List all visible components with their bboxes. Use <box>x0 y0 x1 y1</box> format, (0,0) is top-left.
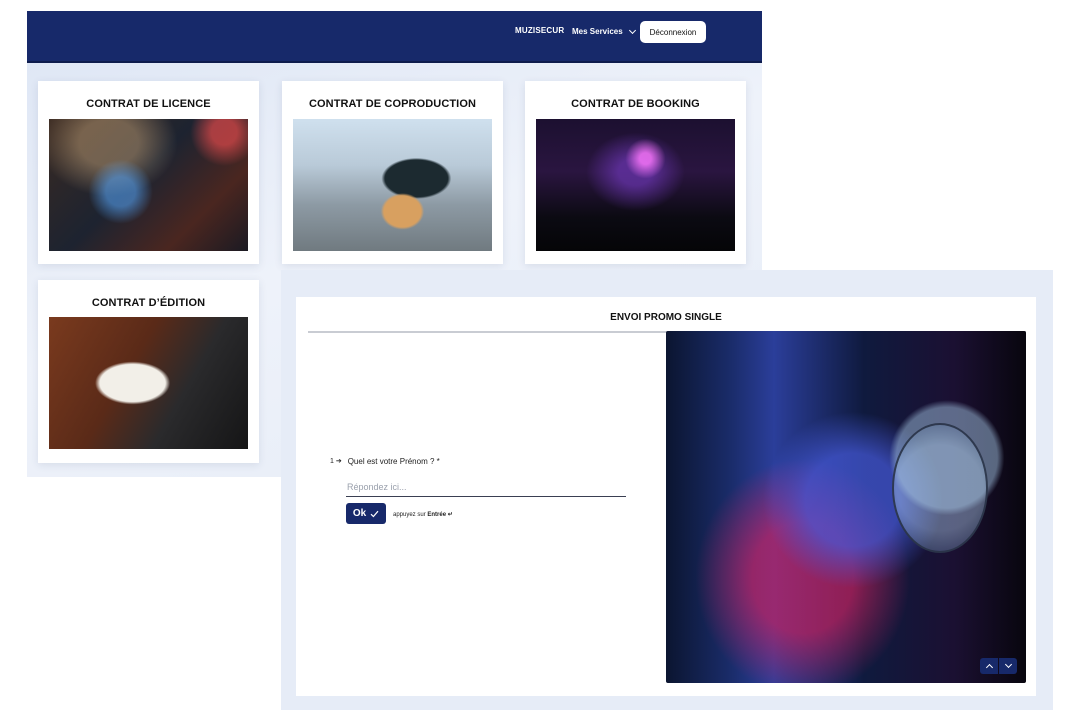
concert-crowd-photo <box>536 119 735 251</box>
next-question-button[interactable] <box>999 658 1017 674</box>
promo-form-window: ENVOI PROMO SINGLE 1 ➔ Quel est votre Pr… <box>281 270 1053 710</box>
ok-button[interactable]: Ok <box>346 503 386 524</box>
form-panel: ENVOI PROMO SINGLE 1 ➔ Quel est votre Pr… <box>296 297 1036 696</box>
question-label: Quel est votre Prénom ? * <box>347 457 440 466</box>
piano-sheet-music-photo <box>49 317 248 449</box>
home-studio-photo <box>49 119 248 251</box>
question-row: 1 ➔ Quel est votre Prénom ? * <box>330 457 440 466</box>
contract-card-licence[interactable]: CONTRAT DE LICENCE <box>38 81 259 264</box>
card-title: CONTRAT DE LICENCE <box>86 98 211 110</box>
enter-key-hint: appuyez sur Entrée ↵ <box>393 511 453 518</box>
card-title: CONTRAT DE COPRODUCTION <box>308 98 477 110</box>
logout-button[interactable]: Déconnexion <box>640 21 706 43</box>
screenshot-stage: MUZISECUR Mes Services Déconnexion CONTR… <box>0 0 1080 722</box>
pop-filter-shape <box>892 423 988 553</box>
services-menu-label: Mes Services <box>572 27 623 36</box>
contract-card-edition[interactable]: CONTRAT D’ÉDITION <box>38 280 259 463</box>
question-number: 1 ➔ <box>330 458 342 465</box>
chevron-down-icon <box>628 26 636 34</box>
first-name-input[interactable] <box>346 477 626 497</box>
singer-microphone-photo <box>666 331 1026 683</box>
form-title: ENVOI PROMO SINGLE <box>610 312 722 323</box>
contract-card-coproduction[interactable]: CONTRAT DE COPRODUCTION <box>282 81 503 264</box>
checkmark-icon <box>370 510 379 517</box>
card-title: CONTRAT DE BOOKING <box>571 98 700 110</box>
chevron-down-icon <box>1004 660 1012 669</box>
previous-question-button[interactable] <box>980 658 998 674</box>
chevron-up-icon <box>985 663 993 672</box>
top-navbar: MUZISECUR Mes Services Déconnexion <box>27 11 762 63</box>
hint-key: Entrée ↵ <box>427 512 453 518</box>
contract-card-booking[interactable]: CONTRAT DE BOOKING <box>525 81 746 264</box>
ok-button-label: Ok <box>352 508 367 519</box>
question-navigation <box>980 658 1017 674</box>
guitarist-photo <box>293 119 492 251</box>
muzisecur-logo[interactable]: MUZISECUR <box>515 26 564 35</box>
logo-text: MUZISECUR <box>515 26 565 35</box>
card-title: CONTRAT D’ÉDITION <box>91 297 206 309</box>
services-menu[interactable]: Mes Services <box>572 26 636 36</box>
hint-prefix: appuyez sur <box>393 512 426 518</box>
